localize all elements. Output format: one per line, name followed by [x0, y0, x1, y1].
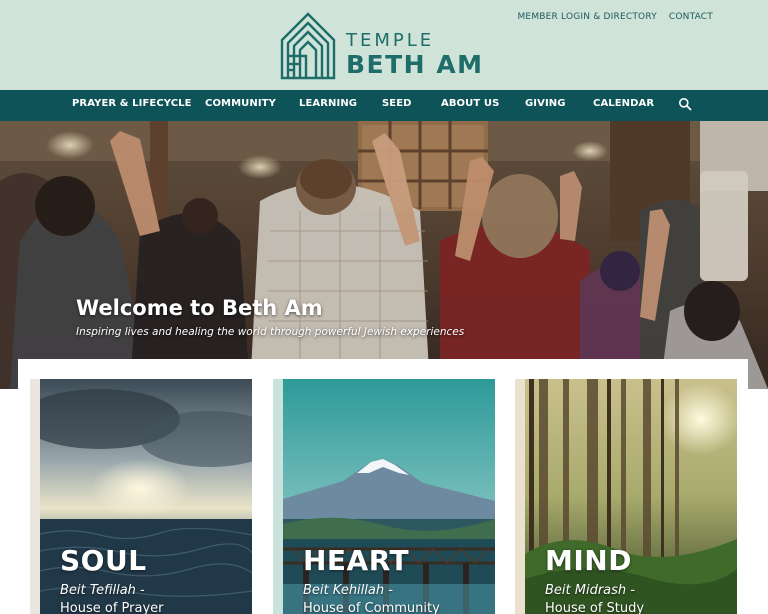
card-heart-image: HEART Beit Kehillah - House of Community	[283, 379, 495, 614]
card-heart-subtitle: Beit Kehillah -	[303, 583, 393, 598]
card-soul-subtitle: Beit Tefillah -	[60, 583, 145, 598]
main-nav: PRAYER & LIFECYCLE COMMUNITY LEARNING SE…	[0, 90, 768, 121]
card-heart-title: HEART	[303, 544, 410, 577]
logo-line-beth-am: BETH AM	[346, 49, 484, 79]
contact-link[interactable]: CONTACT	[669, 12, 713, 22]
card-soul-image: SOUL Beit Tefillah - House of Prayer	[40, 379, 252, 614]
card-heart-edge	[273, 379, 283, 614]
card-mind-title: MIND	[545, 544, 632, 577]
house-logo-icon	[280, 12, 336, 80]
nav-giving[interactable]: GIVING	[525, 98, 566, 109]
pillars-section: SOUL Beit Tefillah - House of Prayer HEA…	[18, 359, 748, 614]
card-mind-subtitle: Beit Midrash -	[545, 583, 635, 598]
search-icon[interactable]	[678, 97, 692, 111]
nav-learning[interactable]: LEARNING	[299, 98, 357, 109]
card-soul[interactable]: SOUL Beit Tefillah - House of Prayer	[30, 379, 252, 614]
nav-prayer-lifecycle[interactable]: PRAYER & LIFECYCLE	[72, 98, 192, 109]
nav-calendar[interactable]: CALENDAR	[593, 98, 654, 109]
nav-about-us[interactable]: ABOUT US	[441, 98, 499, 109]
hero-photo	[0, 121, 768, 389]
card-heart-subtitle-2: House of Community	[303, 601, 440, 614]
hero-banner: Welcome to Beth Am Inspiring lives and h…	[0, 121, 768, 389]
hero-title: Welcome to Beth Am	[76, 296, 323, 320]
card-heart[interactable]: HEART Beit Kehillah - House of Community	[273, 379, 495, 614]
nav-community[interactable]: COMMUNITY	[205, 98, 276, 109]
card-soul-edge	[30, 379, 40, 614]
card-soul-subtitle-2: House of Prayer	[60, 601, 164, 614]
utility-links: MEMBER LOGIN & DIRECTORY CONTACT	[517, 12, 713, 22]
member-login-link[interactable]: MEMBER LOGIN & DIRECTORY	[517, 12, 656, 22]
nav-seed[interactable]: SEED	[382, 98, 412, 109]
site-logo[interactable]: TEMPLE BETH AM	[280, 10, 484, 80]
site-header: MEMBER LOGIN & DIRECTORY CONTACT TEMPLE …	[0, 0, 768, 90]
logo-line-temple: TEMPLE	[346, 29, 435, 51]
hero-subtitle: Inspiring lives and healing the world th…	[76, 326, 465, 338]
card-mind-edge	[515, 379, 525, 614]
card-mind[interactable]: MIND Beit Midrash - House of Study	[515, 379, 737, 614]
card-mind-image: MIND Beit Midrash - House of Study	[525, 379, 737, 614]
card-soul-title: SOUL	[60, 544, 147, 577]
card-mind-subtitle-2: House of Study	[545, 601, 645, 614]
